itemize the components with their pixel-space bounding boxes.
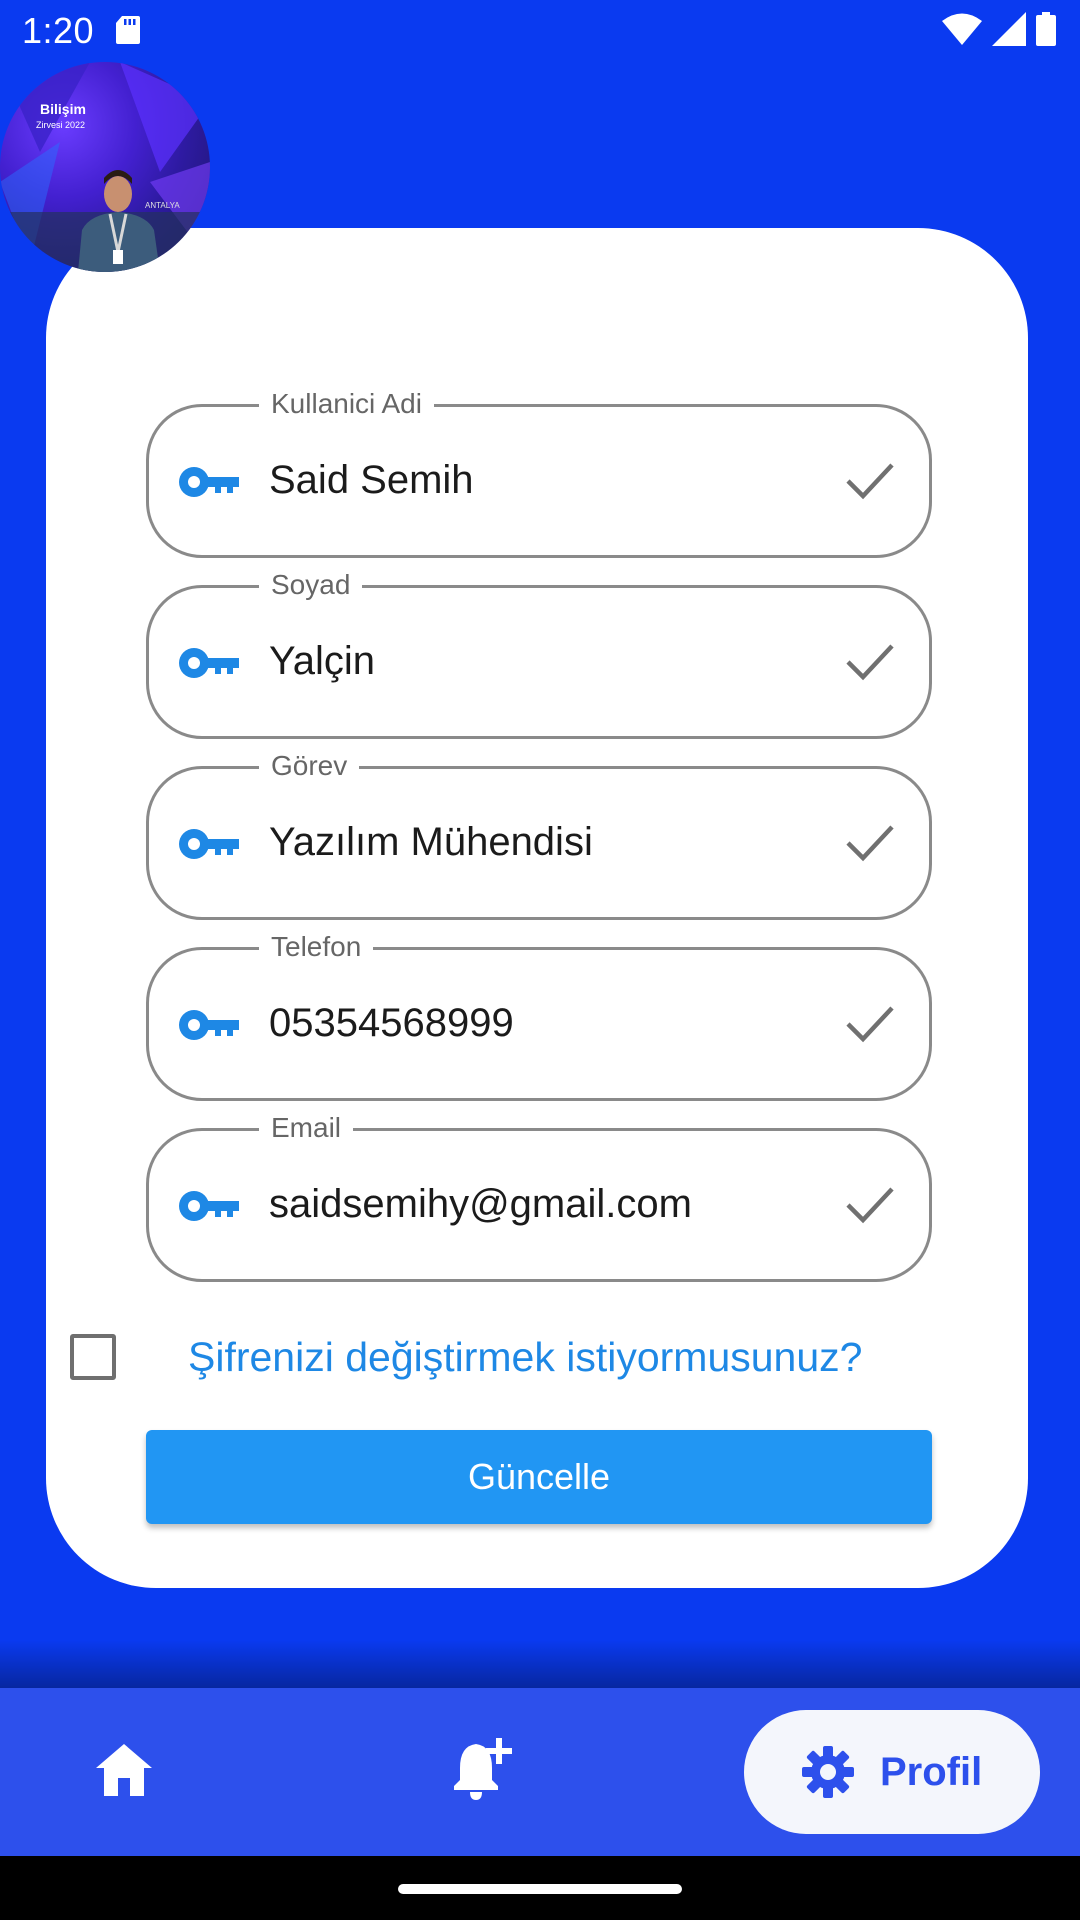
cellular-signal-icon bbox=[992, 12, 1026, 46]
sd-card-icon bbox=[116, 16, 140, 44]
home-indicator[interactable] bbox=[398, 1884, 682, 1894]
surname-field[interactable]: Soyad bbox=[146, 566, 932, 739]
phone-field[interactable]: Telefon bbox=[146, 928, 932, 1101]
username-label: Kullanici Adi bbox=[259, 385, 434, 423]
key-icon bbox=[179, 1191, 239, 1221]
phone-label: Telefon bbox=[259, 928, 374, 966]
wifi-icon bbox=[942, 13, 982, 45]
key-icon bbox=[179, 648, 239, 678]
check-icon bbox=[846, 1187, 894, 1224]
email-field[interactable]: Email bbox=[146, 1109, 932, 1282]
profile-screen: 1:20 Bilişim Zirvesi 2022 ANTALYA Kullan… bbox=[0, 0, 1080, 1920]
change-password-label[interactable]: Şifrenizi değiştirmek istiyormusunuz? bbox=[188, 1332, 862, 1382]
avatar-badge-line2: Zirvesi 2022 bbox=[36, 120, 85, 130]
surname-label: Soyad bbox=[259, 566, 363, 604]
username-input[interactable] bbox=[269, 447, 809, 513]
battery-icon bbox=[1036, 12, 1056, 46]
role-field[interactable]: Görev bbox=[146, 747, 932, 920]
check-icon bbox=[846, 463, 894, 500]
change-password-row[interactable]: Şifrenizi değiştirmek istiyormusunuz? bbox=[70, 1332, 1010, 1392]
gear-icon bbox=[802, 1746, 854, 1798]
nav-profile-label: Profil bbox=[880, 1750, 983, 1794]
status-time: 1:20 bbox=[22, 10, 95, 51]
change-password-checkbox[interactable] bbox=[70, 1334, 116, 1380]
key-icon bbox=[179, 467, 239, 497]
notification-add-icon[interactable] bbox=[452, 1738, 512, 1800]
avatar[interactable]: Bilişim Zirvesi 2022 ANTALYA bbox=[0, 62, 210, 272]
key-icon bbox=[179, 1010, 239, 1040]
email-label: Email bbox=[259, 1109, 354, 1147]
update-button[interactable]: Güncelle bbox=[146, 1430, 932, 1524]
home-icon[interactable] bbox=[96, 1744, 152, 1796]
avatar-sign: ANTALYA bbox=[145, 201, 180, 210]
status-bar: 1:20 bbox=[0, 0, 1080, 64]
phone-input[interactable] bbox=[269, 990, 809, 1056]
role-label: Görev bbox=[259, 747, 360, 785]
system-nav-bar bbox=[0, 1856, 1080, 1920]
status-icons bbox=[942, 12, 1056, 46]
avatar-photo: Bilişim Zirvesi 2022 ANTALYA bbox=[0, 62, 210, 272]
check-icon bbox=[846, 825, 894, 862]
surname-input[interactable] bbox=[269, 628, 809, 694]
nav-shadow bbox=[0, 1640, 1080, 1690]
username-field[interactable]: Kullanici Adi bbox=[146, 385, 932, 558]
role-input[interactable] bbox=[269, 809, 809, 875]
check-icon bbox=[846, 644, 894, 681]
bottom-nav: Profil bbox=[0, 1688, 1080, 1856]
avatar-badge-line1: Bilişim bbox=[40, 101, 86, 117]
check-icon bbox=[846, 1006, 894, 1043]
key-icon bbox=[179, 829, 239, 859]
profile-card: Kullanici Adi Soyad Göre bbox=[46, 228, 1028, 1588]
email-input[interactable] bbox=[269, 1171, 809, 1237]
nav-profile-tab[interactable]: Profil bbox=[744, 1710, 1040, 1834]
